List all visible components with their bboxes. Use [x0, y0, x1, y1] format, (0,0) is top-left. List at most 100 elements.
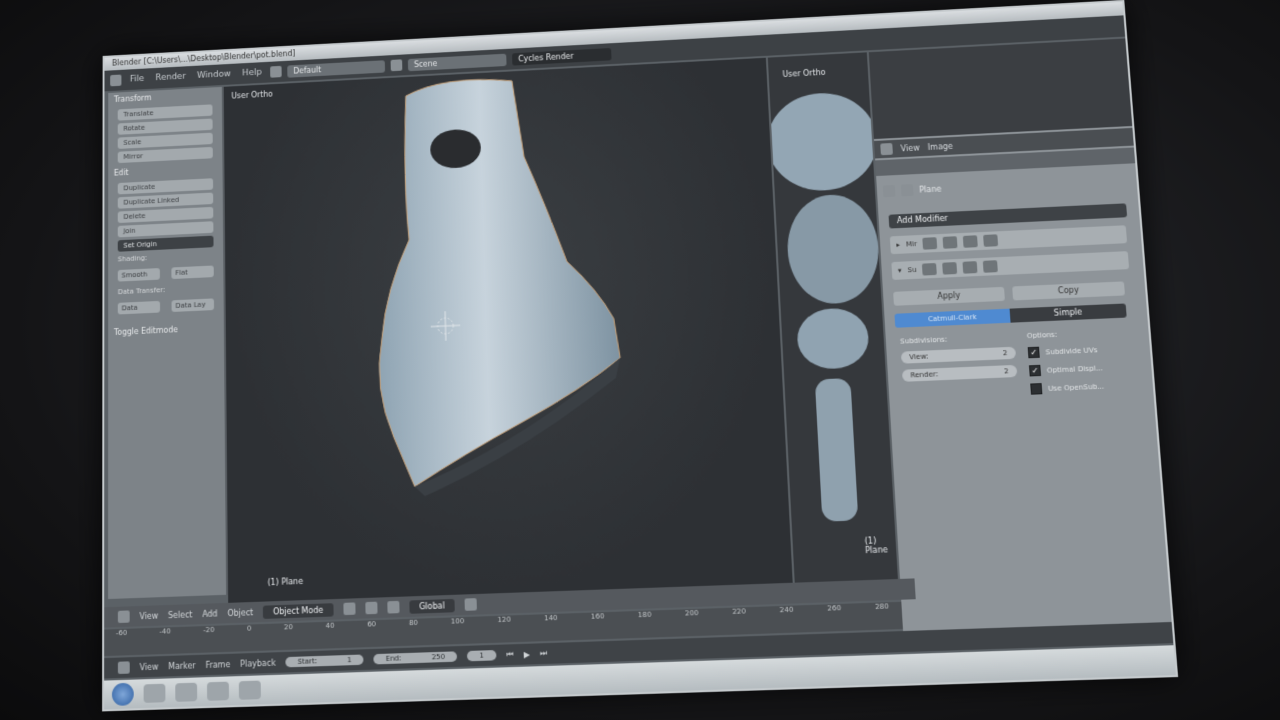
simple-option[interactable]: Simple	[1009, 303, 1127, 323]
properties-editor: View Image Plane Add Modifier ▸ Mir ▾ Su	[868, 38, 1173, 644]
collapse-icon[interactable]: ▾	[898, 267, 902, 275]
scene-selector[interactable]: Scene	[407, 53, 507, 71]
optimal-display-checkbox[interactable]: ✓ Optimal Displ...	[1028, 362, 1103, 377]
menu-add[interactable]: Add	[202, 609, 217, 619]
menu-help[interactable]: Help	[239, 68, 264, 79]
subdivision-type-toggle: Catmull-Clark Simple	[894, 303, 1127, 328]
timeline-tick: 60	[367, 620, 377, 629]
editmode-toggle-icon[interactable]	[963, 235, 979, 248]
smooth-button[interactable]: Smooth	[117, 268, 160, 282]
pin-icon[interactable]	[882, 184, 896, 198]
join-button[interactable]: Join	[117, 221, 214, 238]
timeline-tick: 120	[497, 615, 512, 625]
blender-task-icon[interactable]	[238, 680, 261, 700]
menu-file[interactable]: File	[127, 74, 147, 84]
checkbox-checked-icon[interactable]: ✓	[1028, 364, 1042, 377]
render-levels-field[interactable]: Render: 2	[901, 364, 1018, 382]
copy-button[interactable]: Copy	[1012, 281, 1126, 301]
object-name: Plane	[919, 184, 942, 195]
menu-image[interactable]: Image	[927, 141, 953, 151]
viewport-toggle-icon[interactable]	[942, 236, 958, 249]
uv-image-editor[interactable]	[868, 38, 1133, 140]
modifier-mirror[interactable]: ▸ Mir	[889, 225, 1128, 255]
menu-view[interactable]: View	[140, 662, 159, 672]
blender-window: Blender [C:\Users\...\Desktop\Blender\po…	[102, 0, 1179, 712]
duplicate-button[interactable]: Duplicate	[117, 178, 214, 195]
shading-icon[interactable]	[343, 602, 356, 616]
timeline-tick: 160	[590, 612, 605, 621]
view-levels-field[interactable]: View: 2	[900, 346, 1017, 364]
data-layout-button[interactable]: Data Lay	[171, 298, 215, 312]
3d-viewport[interactable]: User Ortho (1) Plane	[223, 57, 793, 605]
media-icon[interactable]	[206, 681, 230, 701]
checkbox-checked-icon[interactable]: ✓	[1027, 346, 1040, 359]
end-frame-field[interactable]: End: 250	[373, 651, 458, 665]
options-label: Options:	[1026, 330, 1058, 341]
checkbox-unchecked-icon[interactable]	[1030, 383, 1043, 395]
jump-end-icon[interactable]: ⏭	[540, 648, 548, 659]
timeline-tick: -40	[159, 627, 171, 636]
editor-type-icon[interactable]	[880, 142, 893, 156]
menu-window[interactable]: Window	[194, 69, 233, 81]
viewport-toggle-icon[interactable]	[942, 262, 958, 275]
editmode-toggle-icon[interactable]	[962, 261, 978, 274]
render-toggle-icon[interactable]	[922, 237, 938, 250]
data-button[interactable]: Data	[117, 300, 161, 315]
flat-button[interactable]: Flat	[171, 265, 214, 280]
delete-button[interactable]: Delete	[117, 206, 214, 224]
subdivisions-column: Subdivisions: View: 2 Render: 2	[900, 333, 1018, 382]
rotate-button[interactable]: Rotate	[117, 118, 213, 135]
toggle-editmode-heading[interactable]: Toggle Editmode	[108, 320, 224, 340]
catmull-clark-option[interactable]: Catmull-Clark	[894, 308, 1011, 328]
mirror-button[interactable]: Mirror	[117, 146, 213, 164]
jump-start-icon[interactable]: ⏮	[506, 649, 514, 660]
modifier-subsurf[interactable]: ▾ Su	[891, 251, 1130, 280]
add-modifier-dropdown[interactable]: Add Modifier	[888, 203, 1128, 229]
menu-render[interactable]: Render	[153, 72, 189, 83]
menu-view[interactable]: View	[139, 611, 158, 621]
explorer-icon[interactable]	[143, 683, 166, 703]
modifier-actions: Apply Copy	[893, 281, 1126, 306]
editor-type-icon[interactable]	[117, 661, 130, 674]
orientation-selector[interactable]: Global	[408, 598, 455, 614]
object-breadcrumb: Plane	[882, 183, 942, 198]
play-icon[interactable]: ▶	[523, 649, 530, 659]
menu-marker[interactable]: Marker	[168, 661, 195, 671]
editor-type-icon[interactable]	[117, 610, 130, 624]
apply-button[interactable]: Apply	[893, 286, 1005, 306]
menu-object[interactable]: Object	[227, 608, 253, 618]
duplicate-linked-button[interactable]: Duplicate Linked	[117, 192, 214, 209]
mode-selector[interactable]: Object Mode	[263, 602, 334, 619]
manipulator-icon[interactable]	[386, 600, 400, 614]
pivot-icon[interactable]	[364, 601, 378, 615]
current-frame-field[interactable]: 1	[467, 650, 497, 662]
timeline-tick: 40	[325, 621, 335, 631]
timeline-tick: 140	[543, 613, 558, 623]
start-button-icon[interactable]	[111, 682, 134, 706]
browser-icon[interactable]	[175, 682, 198, 702]
menu-frame[interactable]: Frame	[205, 659, 230, 669]
timeline-tick: 80	[408, 618, 418, 628]
start-frame-field[interactable]: Start: 1	[285, 654, 364, 668]
timeline-tick: -20	[203, 625, 215, 635]
data-transfer-label: Data Transfer:	[117, 286, 166, 297]
close-icon[interactable]	[983, 260, 999, 273]
render-toggle-icon[interactable]	[922, 262, 938, 276]
subdivide-uvs-checkbox[interactable]: ✓ Subdivide UVs	[1027, 344, 1102, 359]
set-origin-dropdown[interactable]: Set Origin	[117, 235, 214, 252]
scale-button[interactable]: Scale	[117, 132, 213, 149]
timeline-tick: 180	[637, 610, 652, 620]
expand-icon[interactable]: ▸	[896, 241, 900, 249]
object-info-label-2: (1) Plane	[864, 536, 889, 556]
close-icon[interactable]	[983, 234, 999, 247]
layout-selector[interactable]: Default	[287, 59, 386, 78]
menu-view[interactable]: View	[900, 143, 920, 153]
scene-icon	[390, 59, 403, 72]
render-engine-selector[interactable]: Cycles Render	[512, 47, 612, 66]
menu-playback[interactable]: Playback	[240, 658, 276, 668]
options-column: Options: ✓ Subdivide UVs ✓ Optimal Displ..…	[1027, 329, 1105, 395]
use-opensubdiv-checkbox[interactable]: Use OpenSub...	[1030, 380, 1104, 395]
info-editor-icon[interactable]	[110, 74, 122, 87]
layers-icon[interactable]	[464, 598, 478, 611]
menu-select[interactable]: Select	[168, 610, 192, 620]
